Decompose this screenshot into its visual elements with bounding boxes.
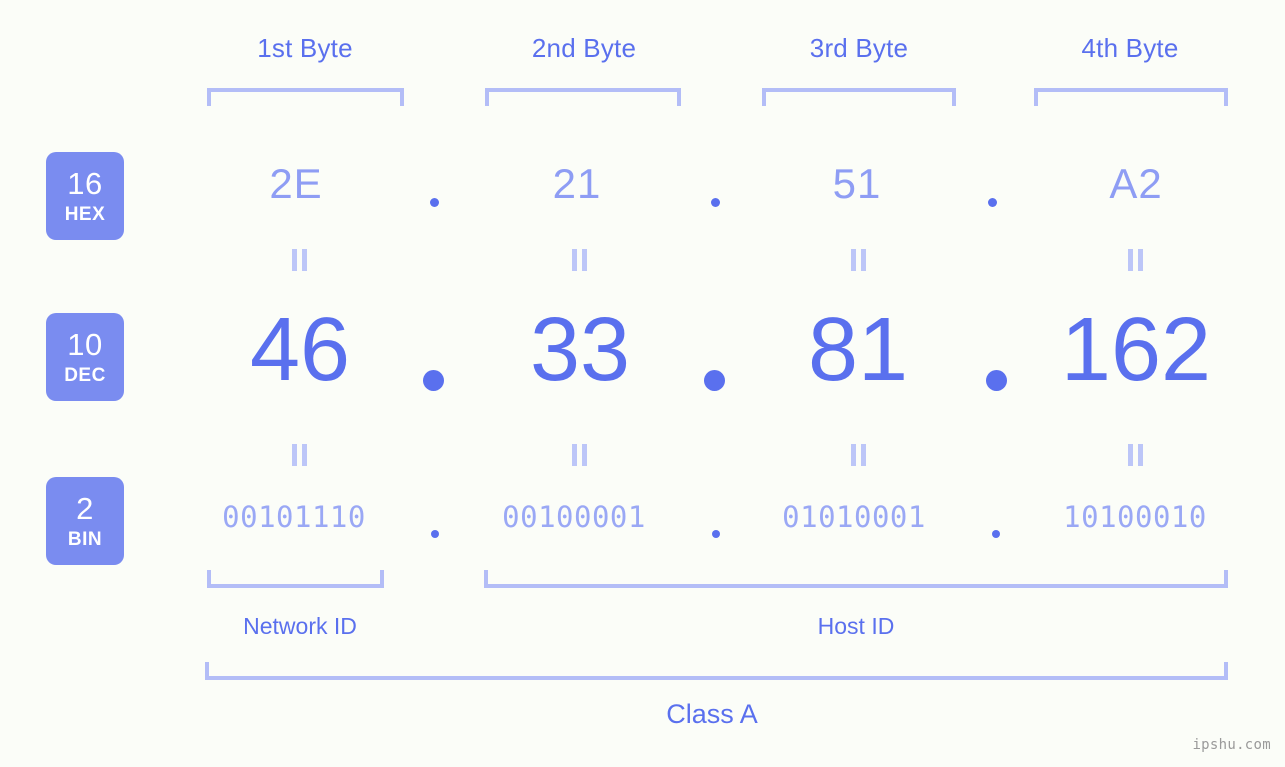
base-badge-hex-number: 16 xyxy=(67,166,103,201)
equality-mark-dec-bin-3 xyxy=(851,444,867,466)
hex-octet-2: 21 xyxy=(552,160,602,207)
hex-separator-dot-2 xyxy=(711,198,720,207)
bin-separator-dot-1 xyxy=(431,530,439,538)
dec-octet-1: 46 xyxy=(249,300,351,400)
hex-separator-dot-1 xyxy=(430,198,439,207)
host-id-bracket xyxy=(484,570,1228,588)
base-badge-dec-unit: DEC xyxy=(64,365,106,386)
byte-header-2: 2nd Byte xyxy=(531,33,637,63)
dec-octet-3: 81 xyxy=(807,300,909,400)
bin-octet-1: 00101110 xyxy=(222,500,366,534)
dec-octet-4: 162 xyxy=(1060,300,1212,400)
bin-separator-dot-2 xyxy=(712,530,720,538)
class-label: Class A xyxy=(666,699,758,729)
base-badge-hex-unit: HEX xyxy=(64,204,106,225)
ip-address-breakdown-diagram: 1st Byte 2nd Byte 3rd Byte 4th Byte 16 H… xyxy=(0,0,1285,767)
byte-header-4: 4th Byte xyxy=(1081,33,1179,63)
dec-octet-2: 33 xyxy=(529,300,631,400)
equality-mark-hex-dec-2 xyxy=(572,249,588,271)
bin-octet-3: 01010001 xyxy=(782,500,926,534)
equality-mark-dec-bin-4 xyxy=(1128,444,1144,466)
byte-bracket-2 xyxy=(485,88,681,106)
equality-mark-hex-dec-1 xyxy=(292,249,308,271)
network-id-label: Network ID xyxy=(243,613,357,639)
base-badge-hex: 16 HEX xyxy=(46,152,124,240)
bin-separator-dot-3 xyxy=(992,530,1000,538)
byte-bracket-3 xyxy=(762,88,956,106)
equality-mark-dec-bin-1 xyxy=(292,444,308,466)
byte-header-3: 3rd Byte xyxy=(809,33,909,63)
dec-separator-dot-1 xyxy=(423,370,444,391)
base-badge-dec: 10 DEC xyxy=(46,313,124,401)
equality-mark-hex-dec-3 xyxy=(851,249,867,271)
byte-bracket-4 xyxy=(1034,88,1228,106)
network-id-bracket xyxy=(207,570,384,588)
bin-octet-2: 00100001 xyxy=(502,500,646,534)
base-badge-bin-number: 2 xyxy=(76,491,94,526)
host-id-label: Host ID xyxy=(817,613,895,639)
class-bracket xyxy=(205,662,1228,680)
base-badge-bin: 2 BIN xyxy=(46,477,124,565)
byte-bracket-1 xyxy=(207,88,404,106)
hex-separator-dot-3 xyxy=(988,198,997,207)
watermark: ipshu.com xyxy=(1192,737,1271,753)
dec-separator-dot-3 xyxy=(986,370,1007,391)
hex-octet-3: 51 xyxy=(832,160,882,207)
byte-header-1: 1st Byte xyxy=(257,33,353,63)
bin-octet-4: 10100010 xyxy=(1063,500,1207,534)
base-badge-dec-number: 10 xyxy=(67,327,103,362)
equality-mark-hex-dec-4 xyxy=(1128,249,1144,271)
hex-octet-1: 2E xyxy=(269,160,323,207)
dec-separator-dot-2 xyxy=(704,370,725,391)
base-badge-bin-unit: BIN xyxy=(67,529,103,550)
equality-mark-dec-bin-2 xyxy=(572,444,588,466)
hex-octet-4: A2 xyxy=(1109,160,1163,207)
